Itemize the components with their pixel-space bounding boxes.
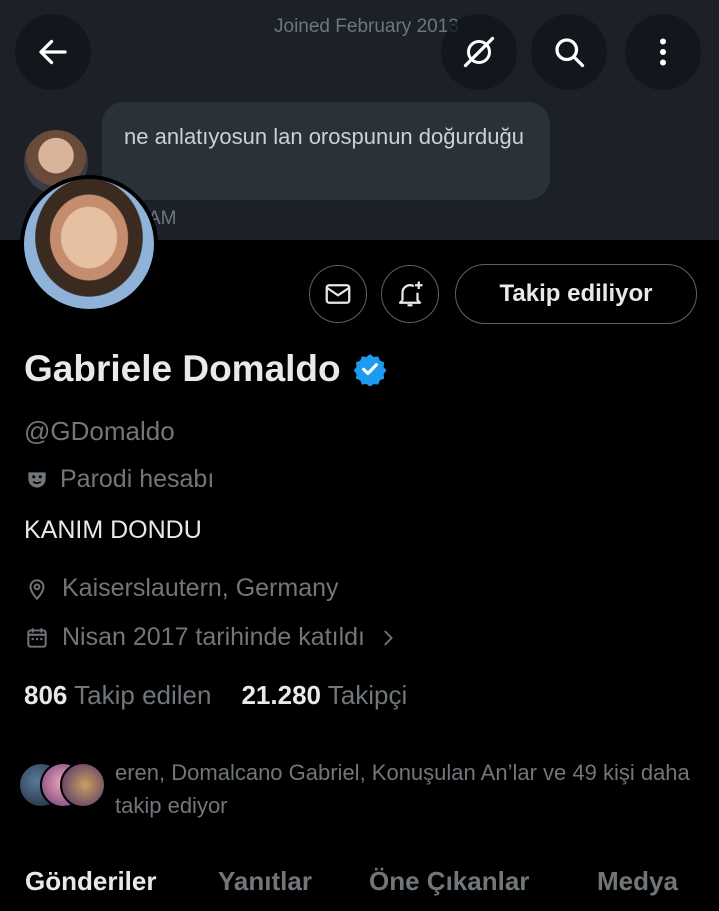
tab-media[interactable]: Medya <box>597 866 678 897</box>
tab-highlights[interactable]: Öne Çıkanlar <box>369 866 529 897</box>
location-row: Kaiserslautern, Germany <box>24 574 339 603</box>
followers-stat[interactable]: 21.280 Takipçi <box>241 680 407 711</box>
profile-name: Gabriele Domaldo <box>24 348 341 389</box>
more-options-button[interactable] <box>625 14 701 90</box>
known-followers[interactable]: eren, Domalcano Gabriel, Konuşulan An’la… <box>18 756 708 820</box>
profile-name-row: Gabriele Domaldo <box>24 348 387 390</box>
chevron-right-icon <box>384 630 393 645</box>
theater-mask-icon <box>28 471 46 488</box>
tab-replies[interactable]: Yanıtlar <box>218 866 312 897</box>
back-button[interactable] <box>15 14 91 90</box>
grok-icon <box>463 36 495 68</box>
location-text: Kaiserslautern, Germany <box>62 574 339 602</box>
followers-label: Takipçi <box>327 680 408 710</box>
envelope-icon <box>325 284 351 304</box>
profile-avatar-image <box>24 179 154 309</box>
calendar-icon <box>27 627 47 648</box>
following-count: 806 <box>24 680 68 710</box>
follow-stats: 806 Takip edilen 21.280 Takipçi <box>24 680 407 711</box>
profile-tabs: Gönderiler Yanıtlar Öne Çıkanlar Medya <box>0 856 719 911</box>
following-button[interactable]: Takip ediliyor <box>455 264 697 324</box>
message-button[interactable] <box>309 265 367 323</box>
parody-label-row: Parodi hesabı <box>24 465 214 494</box>
bell-plus-icon <box>398 281 423 307</box>
profile-handle: @GDomaldo <box>24 416 175 446</box>
more-vertical-icon <box>660 38 666 66</box>
profile-bio: KANIM DONDU <box>24 516 202 544</box>
joined-text: Nisan 2017 tarihinde katıldı <box>62 623 365 651</box>
known-follower-avatar <box>60 762 106 808</box>
banner-joined-text: Joined February 2013 <box>274 16 459 37</box>
joined-row[interactable]: Nisan 2017 tarihinde katıldı <box>24 623 399 652</box>
back-arrow-icon <box>39 39 67 65</box>
notifications-button[interactable] <box>381 265 439 323</box>
search-icon <box>555 38 585 68</box>
verified-badge-icon[interactable] <box>353 352 387 386</box>
following-label: Takip edilen <box>74 680 212 710</box>
known-followers-text: eren, Domalcano Gabriel, Konuşulan An’la… <box>115 760 690 818</box>
grok-button[interactable] <box>441 14 517 90</box>
profile-avatar[interactable] <box>20 175 158 313</box>
following-stat[interactable]: 806 Takip edilen <box>24 680 211 711</box>
tab-posts[interactable]: Gönderiler <box>25 866 156 897</box>
parody-label: Parodi hesabı <box>60 465 215 493</box>
followers-count: 21.280 <box>241 680 321 710</box>
search-button[interactable] <box>531 14 607 90</box>
location-pin-icon <box>29 578 45 600</box>
banner-message-bubble: ne anlatıyosun lan orospunun doğurduğu <box>102 102 550 200</box>
